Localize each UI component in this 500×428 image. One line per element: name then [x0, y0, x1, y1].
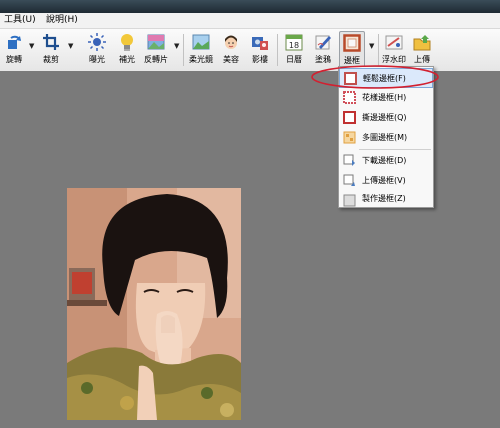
menu-item-upload-frame[interactable]: 上傳邊框(V): [339, 171, 433, 191]
rotate-icon: [8, 35, 21, 49]
exposure-button[interactable]: 曝光: [84, 31, 110, 69]
menu-item-label: 花樣邊框(H): [362, 93, 407, 102]
calendar-button[interactable]: 18 日曆: [282, 31, 306, 69]
rotate-label: 旋轉: [6, 55, 22, 64]
download-frame-icon: [343, 154, 355, 166]
beauty-icon: [225, 35, 237, 49]
beauty-button[interactable]: 美容: [218, 31, 244, 69]
highlight-ellipse: [311, 65, 439, 89]
menu-item-pattern-frame[interactable]: 花樣邊框(H): [339, 88, 433, 108]
calendar-number: 18: [289, 41, 299, 50]
menu-item-multi-frame[interactable]: 多圖邊框(M): [339, 128, 433, 148]
soft-light-icon: [192, 34, 210, 50]
crop-button[interactable]: 裁剪: [38, 31, 64, 69]
menu-separator: [359, 149, 431, 150]
fill-light-label: 補光: [119, 55, 135, 64]
frame-icon: [343, 34, 361, 52]
upload-icon: [413, 35, 431, 51]
beauty-label: 美容: [223, 55, 239, 64]
make-frame-icon: [343, 194, 356, 207]
window-title-strip: [0, 0, 500, 13]
menu-tools[interactable]: 工具(U): [4, 14, 36, 27]
pattern-frame-icon: [343, 91, 356, 104]
photo-image: [67, 188, 241, 420]
multi-frame-icon: [343, 131, 356, 144]
crop-icon: [43, 34, 59, 50]
soft-light-label: 柔光鏡: [189, 55, 213, 64]
menu-item-make-frame[interactable]: 製作邊框(Z): [339, 191, 433, 207]
menu-item-download-frame[interactable]: 下載邊框(D): [339, 151, 433, 171]
reversal-film-button[interactable]: 反轉片: [142, 31, 170, 69]
watermark-icon: [385, 35, 403, 50]
torn-frame-icon: [343, 111, 356, 124]
frame-dropdown-icon[interactable]: ▼: [369, 42, 374, 50]
rotate-button[interactable]: 旋轉: [2, 31, 26, 69]
soft-light-button[interactable]: 柔光鏡: [187, 31, 215, 69]
menu-item-label: 多圖邊框(M): [362, 133, 408, 142]
menu-item-label: 製作邊框(Z): [362, 194, 406, 203]
toolbar-separator: [378, 34, 379, 66]
exposure-label: 曝光: [89, 55, 105, 64]
studio-button[interactable]: 影樓: [247, 31, 273, 69]
fill-light-button[interactable]: 補光: [114, 31, 140, 69]
toolbar-separator: [277, 34, 278, 66]
crop-dropdown-icon[interactable]: ▼: [68, 42, 73, 50]
reversal-film-label: 反轉片: [144, 55, 168, 64]
menu-help[interactable]: 說明(H): [46, 14, 78, 27]
calendar-label: 日曆: [286, 55, 302, 64]
rotate-dropdown-icon[interactable]: ▼: [29, 42, 34, 50]
studio-icon: [252, 37, 268, 50]
menu-item-label: 下載邊框(D): [362, 156, 407, 165]
upload-frame-icon: [343, 174, 355, 186]
menu-item-label: 上傳邊框(V): [362, 176, 406, 185]
film-dropdown-icon[interactable]: ▼: [174, 42, 179, 50]
reversal-film-icon: [147, 34, 165, 50]
crop-label: 裁剪: [43, 55, 59, 64]
exposure-icon: [88, 33, 106, 51]
menu-item-torn-frame[interactable]: 撕邊邊框(Q): [339, 108, 433, 128]
menu-bar: 工具(U) 說明(H): [0, 13, 500, 29]
menu-item-label: 撕邊邊框(Q): [362, 113, 407, 122]
studio-label: 影樓: [252, 55, 268, 64]
calendar-icon: 18: [285, 34, 303, 51]
doodle-icon: [315, 35, 331, 50]
fill-light-icon: [121, 34, 133, 51]
toolbar-separator: [183, 34, 184, 66]
